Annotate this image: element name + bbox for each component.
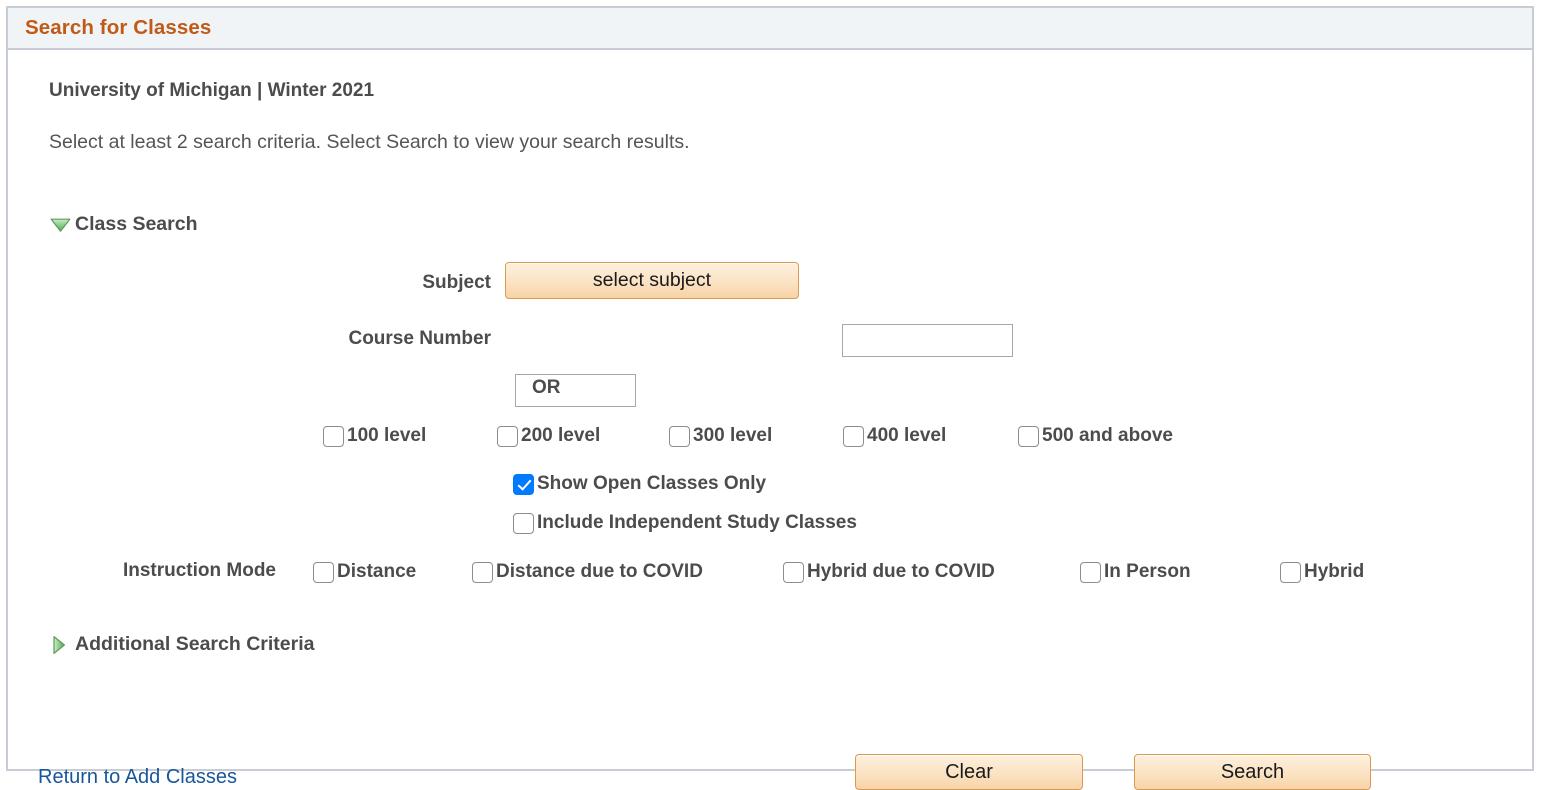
checkbox-mode-hybrid[interactable]: Hybrid	[1280, 561, 1364, 583]
checkbox-box	[513, 512, 534, 534]
subject-label: Subject	[422, 272, 491, 293]
search-panel: Search for Classes University of Michiga…	[6, 6, 1534, 790]
instruction-mode-label: Instruction Mode	[122, 560, 276, 581]
checkbox-box	[323, 425, 344, 447]
checkbox-200-level[interactable]: 200 level	[497, 425, 600, 447]
checkbox-label: 500 and above	[1042, 425, 1173, 446]
checkbox-label: 200 level	[521, 425, 601, 446]
checkbox-500-and-above[interactable]: 500 and above	[1018, 425, 1173, 447]
checkbox-300-level[interactable]: 300 level	[669, 425, 772, 447]
checkbox-label: Distance	[337, 561, 417, 582]
triangle-down-icon	[50, 217, 71, 233]
checkbox-label: 400 level	[867, 425, 947, 446]
panel-header: Search for Classes	[8, 8, 1532, 50]
checkbox-label: 300 level	[693, 425, 773, 446]
checkbox-label: Hybrid	[1304, 561, 1365, 582]
section-toggle-class-search[interactable]: Class Search	[50, 213, 198, 236]
checkbox-100-level[interactable]: 100 level	[323, 425, 426, 447]
checkbox-400-level[interactable]: 400 level	[843, 425, 946, 447]
search-button[interactable]: Search	[1134, 754, 1371, 790]
checkbox-box	[313, 561, 334, 583]
section-label-additional-search-criteria: Additional Search Criteria	[75, 633, 315, 655]
instructions-text: Select at least 2 search criteria. Selec…	[49, 131, 690, 153]
checkbox-mode-hybrid-due-to-covid[interactable]: Hybrid due to COVID	[783, 561, 995, 583]
checkbox-box	[497, 425, 518, 447]
checkbox-box	[472, 561, 493, 583]
checkbox-label: 100 level	[347, 425, 427, 446]
search-for-classes-page: Search for Classes University of Michiga…	[0, 0, 1552, 790]
panel-body: University of Michigan | Winter 2021 Sel…	[8, 50, 1532, 790]
select-subject-button[interactable]: select subject	[505, 262, 799, 299]
clear-button[interactable]: Clear	[855, 754, 1083, 790]
checkbox-label: Distance due to COVID	[496, 561, 703, 582]
checkbox-mode-in-person[interactable]: In Person	[1080, 561, 1191, 583]
checkbox-box-checked	[513, 473, 534, 495]
section-toggle-additional-search-criteria[interactable]: Additional Search Criteria	[52, 633, 314, 656]
checkbox-label: In Person	[1104, 561, 1191, 582]
institution-term-heading: University of Michigan | Winter 2021	[49, 80, 375, 101]
checkbox-mode-distance[interactable]: Distance	[313, 561, 416, 583]
subject-input[interactable]	[842, 324, 1013, 357]
course-number-label: Course Number	[348, 328, 491, 349]
section-label-class-search: Class Search	[75, 213, 198, 235]
triangle-right-icon	[52, 635, 66, 655]
checkbox-label: Show Open Classes Only	[537, 473, 767, 494]
checkbox-box	[1080, 561, 1101, 583]
checkbox-label: Hybrid due to COVID	[807, 561, 995, 582]
checkbox-box	[1018, 425, 1039, 447]
checkbox-box	[843, 425, 864, 447]
checkbox-include-independent-study-classes[interactable]: Include Independent Study Classes	[513, 512, 857, 534]
checkbox-box	[1280, 561, 1301, 583]
checkbox-show-open-classes-only[interactable]: Show Open Classes Only	[513, 473, 766, 495]
checkbox-box	[669, 425, 690, 447]
checkbox-mode-distance-due-to-covid[interactable]: Distance due to COVID	[472, 561, 703, 583]
checkbox-box	[783, 561, 804, 583]
or-separator-label: OR	[532, 377, 561, 398]
page-title: Search for Classes	[25, 16, 212, 39]
checkbox-label: Include Independent Study Classes	[537, 512, 857, 533]
